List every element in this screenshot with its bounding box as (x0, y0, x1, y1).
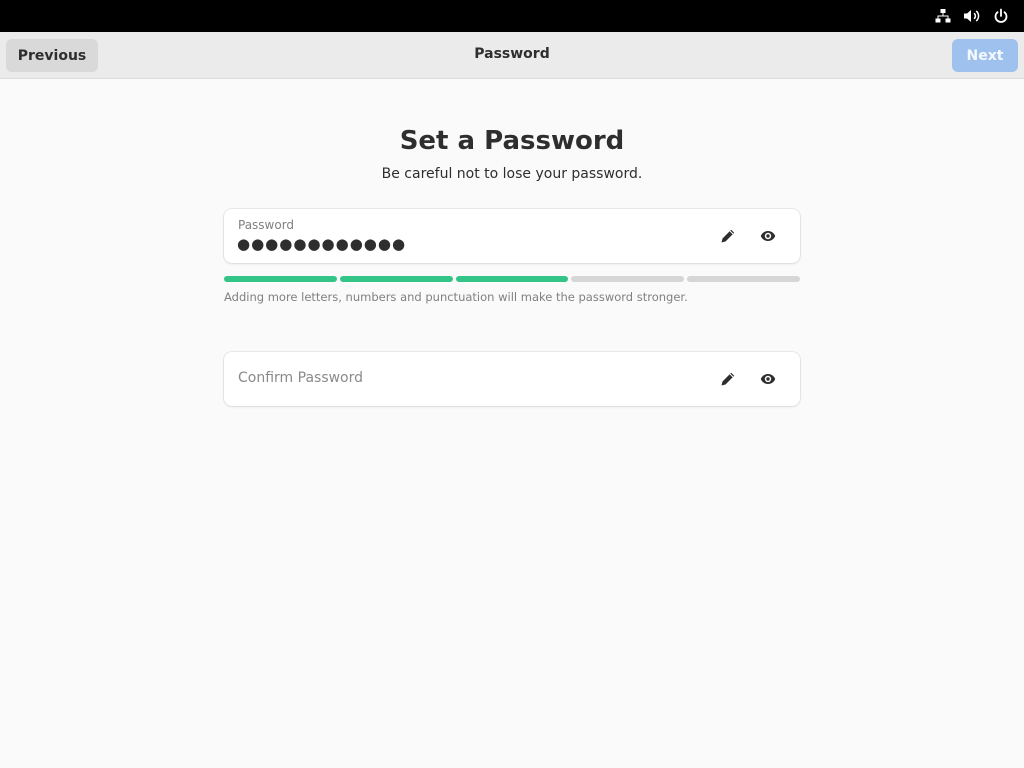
confirm-password-placeholder[interactable]: Confirm Password (238, 370, 363, 386)
strength-segment (224, 276, 337, 282)
eye-icon[interactable] (758, 226, 778, 246)
header-title: Password (474, 46, 550, 62)
volume-icon[interactable] (963, 7, 981, 25)
password-field-value[interactable]: ●●●●●●●●●●●● (237, 235, 406, 253)
system-top-bar (0, 0, 1024, 32)
password-field-label: Password (238, 218, 295, 232)
eye-icon[interactable] (758, 369, 778, 389)
header-bar: Previous Password Next (0, 32, 1024, 79)
page-title: Set a Password (399, 126, 625, 156)
confirm-password-field[interactable]: Confirm Password (224, 352, 800, 406)
password-strength-hint: Adding more letters, numbers and punctua… (224, 290, 688, 304)
password-field[interactable]: Password ●●●●●●●●●●●● (224, 209, 800, 263)
power-icon[interactable] (992, 7, 1010, 25)
strength-segment (571, 276, 685, 282)
pencil-icon[interactable] (718, 226, 738, 246)
next-button[interactable]: Next (952, 39, 1018, 72)
strength-segment (455, 276, 569, 282)
strength-segment (687, 276, 800, 282)
password-strength-meter (224, 276, 800, 282)
pencil-icon[interactable] (718, 369, 738, 389)
strength-segment (339, 276, 453, 282)
page-subtitle: Be careful not to lose your password. (381, 166, 643, 182)
network-icon[interactable] (934, 7, 952, 25)
system-tray (934, 7, 1010, 25)
